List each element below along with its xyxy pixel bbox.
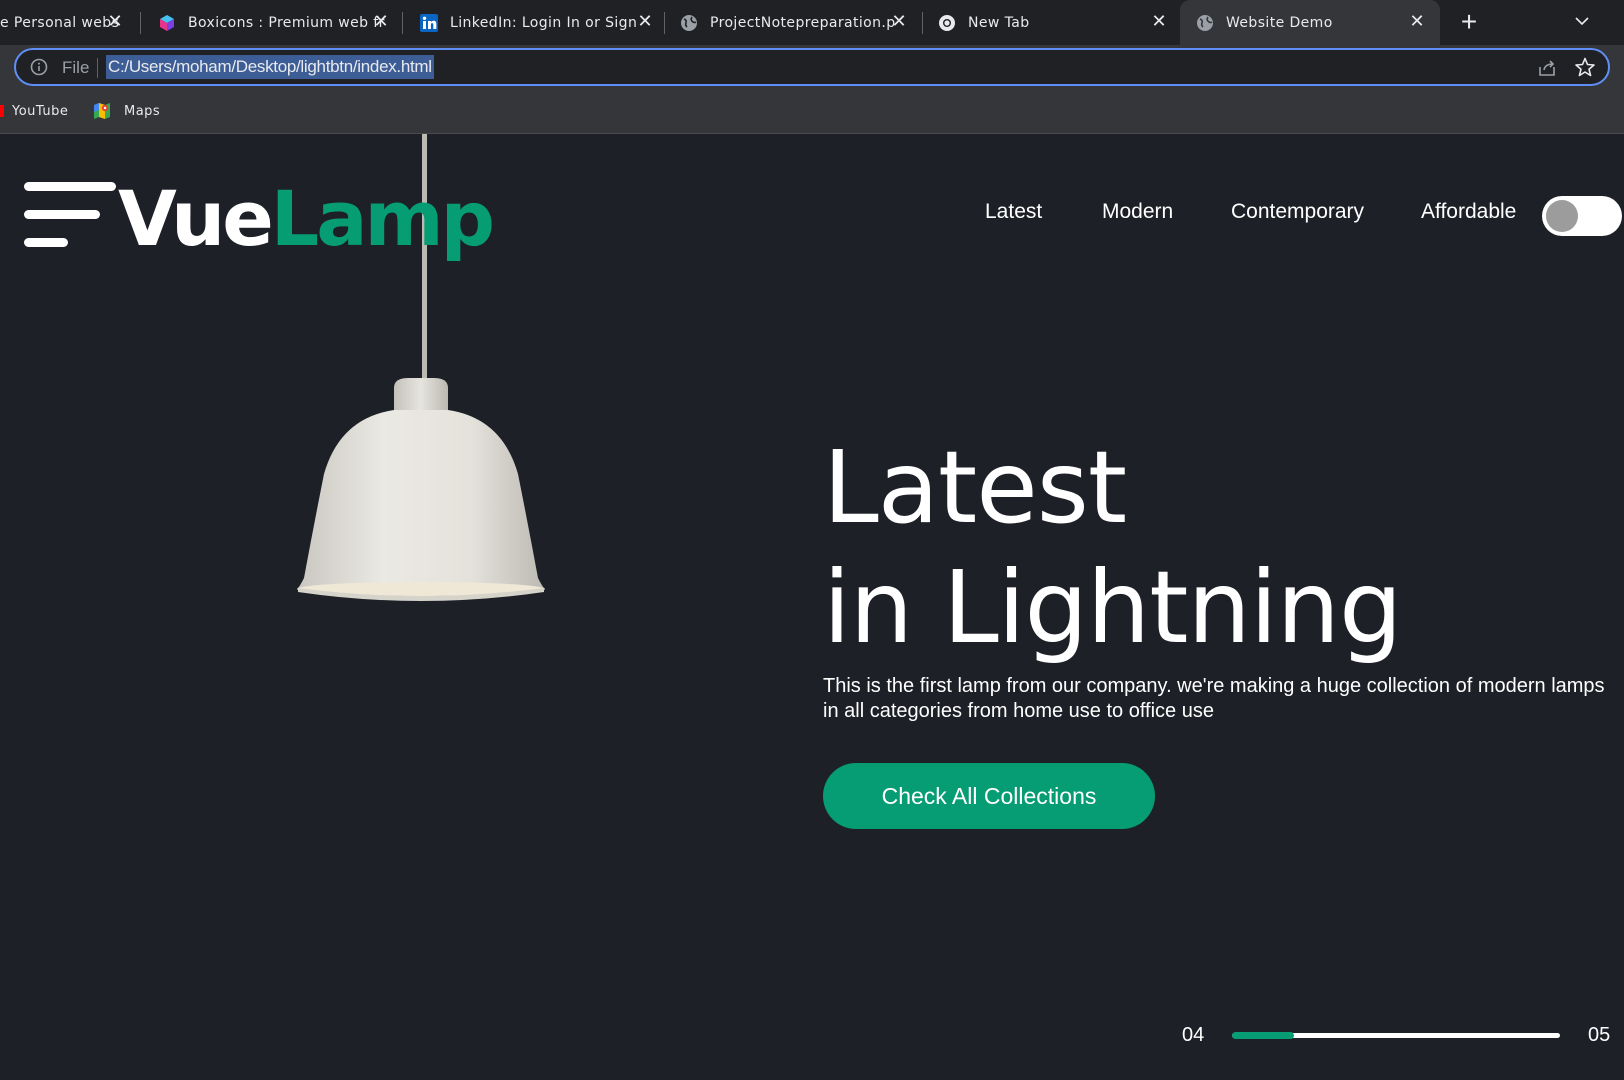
tab-label: LinkedIn: Login In or Sign (450, 14, 638, 31)
tab-new-tab[interactable]: New Tab ✕ (938, 0, 1172, 45)
tab-linkedin[interactable]: LinkedIn: Login In or Sign ✕ (420, 0, 658, 45)
nav-link-contemporary[interactable]: Contemporary (1231, 200, 1364, 224)
slide-progress-fill (1232, 1032, 1295, 1039)
address-bar[interactable]: File C:/Users/moham/Desktop/lightbtn/ind… (14, 48, 1610, 86)
nav-link-affordable[interactable]: Affordable (1421, 200, 1516, 224)
slide-current-number: 04 (1182, 1024, 1205, 1046)
bookmarks-bar: YouTube Maps (0, 89, 1624, 134)
bookmark-label: Maps (124, 103, 161, 119)
tab-divider (922, 12, 923, 34)
toggle-knob (1546, 200, 1578, 232)
hero-title: Latest in Lightning (823, 428, 1403, 668)
tab-label: ProjectNotepreparation.p (710, 14, 896, 31)
address-divider (97, 58, 98, 78)
close-icon[interactable]: ✕ (1150, 13, 1168, 31)
slide-total-number: 05 (1588, 1024, 1611, 1046)
hero-title-line-2: in Lightning (823, 549, 1403, 666)
share-icon[interactable] (1536, 57, 1558, 79)
tab-label: Boxicons : Premium web fr (188, 14, 385, 31)
hero-description: This is the first lamp from our company.… (823, 675, 1605, 722)
bookmark-star-icon[interactable] (1574, 56, 1596, 78)
main-nav: Latest Modern Contemporary Affordable (0, 194, 1624, 224)
boxicons-icon (158, 14, 176, 32)
nav-link-modern[interactable]: Modern (1102, 200, 1173, 224)
tab-personal-website[interactable]: e Personal webs ✕ (0, 0, 128, 45)
close-icon[interactable]: ✕ (636, 13, 654, 31)
hero-title-line-1: Latest (823, 429, 1127, 546)
close-icon[interactable]: ✕ (372, 13, 390, 31)
globe-icon (680, 14, 698, 32)
website-page: VueLamp Latest Modern Contemporary Affor… (0, 134, 1624, 1080)
new-tab-button[interactable]: + (1454, 8, 1484, 38)
bookmark-label: YouTube (12, 103, 69, 119)
tab-boxicons[interactable]: Boxicons : Premium web fr ✕ (158, 0, 394, 45)
close-icon[interactable]: ✕ (890, 13, 908, 31)
browser-tab-strip: e Personal webs ✕ Boxicons : Premium web… (0, 0, 1624, 45)
close-icon[interactable]: ✕ (1408, 13, 1426, 31)
close-icon[interactable]: ✕ (106, 13, 124, 31)
scheme-label: File (62, 58, 90, 77)
globe-icon (1196, 14, 1214, 32)
tab-divider (664, 12, 665, 34)
bookmark-maps[interactable]: Maps (92, 100, 160, 122)
youtube-icon (0, 105, 4, 117)
tab-website-demo[interactable]: Website Demo ✕ (1180, 0, 1440, 45)
bookmark-youtube[interactable]: YouTube (12, 100, 68, 122)
pendant-lamp-image (286, 374, 556, 754)
slide-progress-track[interactable] (1232, 1032, 1560, 1039)
check-all-collections-button[interactable]: Check All Collections (823, 763, 1155, 829)
tab-search-chevron-icon[interactable] (1571, 10, 1593, 32)
tab-divider (140, 12, 141, 34)
dark-mode-toggle[interactable] (1542, 196, 1622, 236)
tab-project-notes[interactable]: ProjectNotepreparation.p ✕ (680, 0, 912, 45)
url-text[interactable]: C:/Users/moham/Desktop/lightbtn/index.ht… (106, 55, 434, 79)
chrome-icon (938, 14, 956, 32)
info-icon[interactable] (30, 58, 48, 76)
linkedin-icon (420, 13, 438, 32)
maps-icon (92, 101, 112, 121)
nav-link-latest[interactable]: Latest (985, 200, 1042, 224)
tab-label: New Tab (968, 14, 1030, 31)
tab-divider (402, 12, 403, 34)
browser-toolbar: File C:/Users/moham/Desktop/lightbtn/ind… (0, 45, 1624, 89)
